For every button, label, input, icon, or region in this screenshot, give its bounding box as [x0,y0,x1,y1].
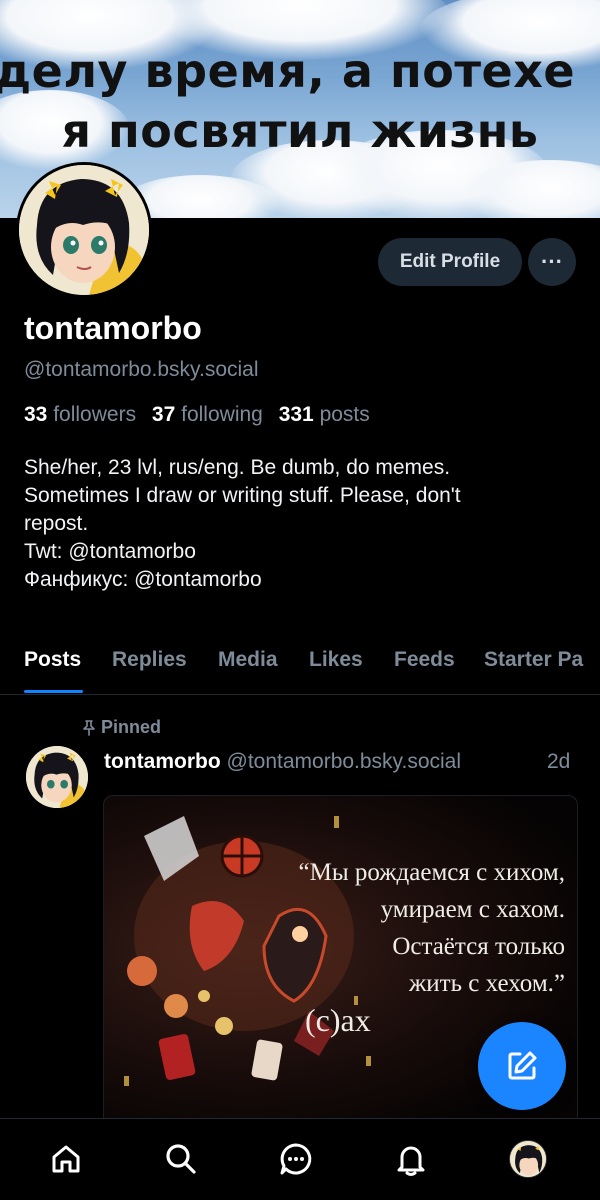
following-link[interactable]: 37 following [152,403,263,426]
nav-notifications[interactable] [391,1139,431,1179]
compose-icon [508,1051,537,1080]
following-label: following [181,403,263,426]
banner-text-line-2: я посвятил жизнь [61,104,539,158]
quote-line: умираем с хахом. [380,896,565,923]
followers-link[interactable]: 33 followers [24,403,136,426]
bio-line: Фанфикус: @tontamorbo [24,568,262,591]
nav-chat[interactable] [276,1139,316,1179]
profile-handle: @tontamorbo.bsky.social [24,358,259,381]
bottom-navigation [0,1118,600,1200]
post-header: tontamorbo @tontamorbo.bsky.social [104,750,461,774]
display-name: tontamorbo [24,310,202,346]
tab-starter-packs[interactable]: Starter Pa [484,648,583,672]
banner-text-line-1: делу время, а потехе [0,44,576,98]
profile-bio: She/her, 23 lvl, rus/eng. Be dumb, do me… [24,454,584,594]
pinned-indicator: Pinned [82,717,161,738]
posts-stat: 331 posts [279,403,370,426]
tab-feeds[interactable]: Feeds [394,648,455,672]
posts-count: 331 [278,403,314,426]
tab-posts[interactable]: Posts [24,648,81,672]
pin-icon [83,719,95,736]
post-timestamp[interactable]: 2d [547,750,570,774]
tab-likes[interactable]: Likes [309,648,363,672]
profile-stats: 33 followers 37 following 331 posts [24,403,370,427]
post-author-name[interactable]: tontamorbo [104,750,221,773]
posts-label: posts [319,403,370,426]
nav-search[interactable] [161,1139,201,1179]
search-icon [166,1144,196,1174]
followers-count: 33 [24,403,48,426]
edit-profile-button[interactable]: Edit Profile [378,238,522,286]
more-icon: ··· [541,249,563,274]
tab-replies[interactable]: Replies [112,648,187,672]
chat-icon [280,1143,312,1175]
tab-media[interactable]: Media [218,648,278,672]
bio-line: She/her, 23 lvl, rus/eng. Be dumb, do me… [24,456,451,479]
nav-profile[interactable] [508,1139,548,1179]
quote-line: жить с хехом.” [409,970,565,997]
pinned-label: Pinned [101,717,162,737]
quote-line: Остаётся только [392,933,565,960]
bio-line: Twt: @tontamorbo [24,540,196,563]
post-author-avatar[interactable] [26,746,88,808]
home-icon [52,1145,80,1173]
profile-tabs: Posts Replies Media Likes Feeds Starter … [0,640,600,695]
post-image-quote: “Мы рождаемся с хихом, умираем с хахом. … [275,854,565,1039]
profile-avatar[interactable] [16,162,152,298]
compose-post-button[interactable] [478,1022,566,1110]
followers-label: followers [53,403,137,426]
post-author-handle[interactable]: @tontamorbo.bsky.social [227,750,462,773]
bell-icon [397,1146,425,1176]
bio-line: Sometimes I draw or writing stuff. Pleas… [24,484,461,507]
quote-line: “Мы рождаемся с хихом, [298,859,565,886]
nav-home[interactable] [46,1139,86,1179]
following-count: 37 [151,403,176,426]
nav-profile-avatar [509,1140,547,1178]
more-options-button[interactable]: ··· [528,238,576,286]
bio-line: repost. [24,512,89,535]
active-tab-indicator [24,690,83,693]
